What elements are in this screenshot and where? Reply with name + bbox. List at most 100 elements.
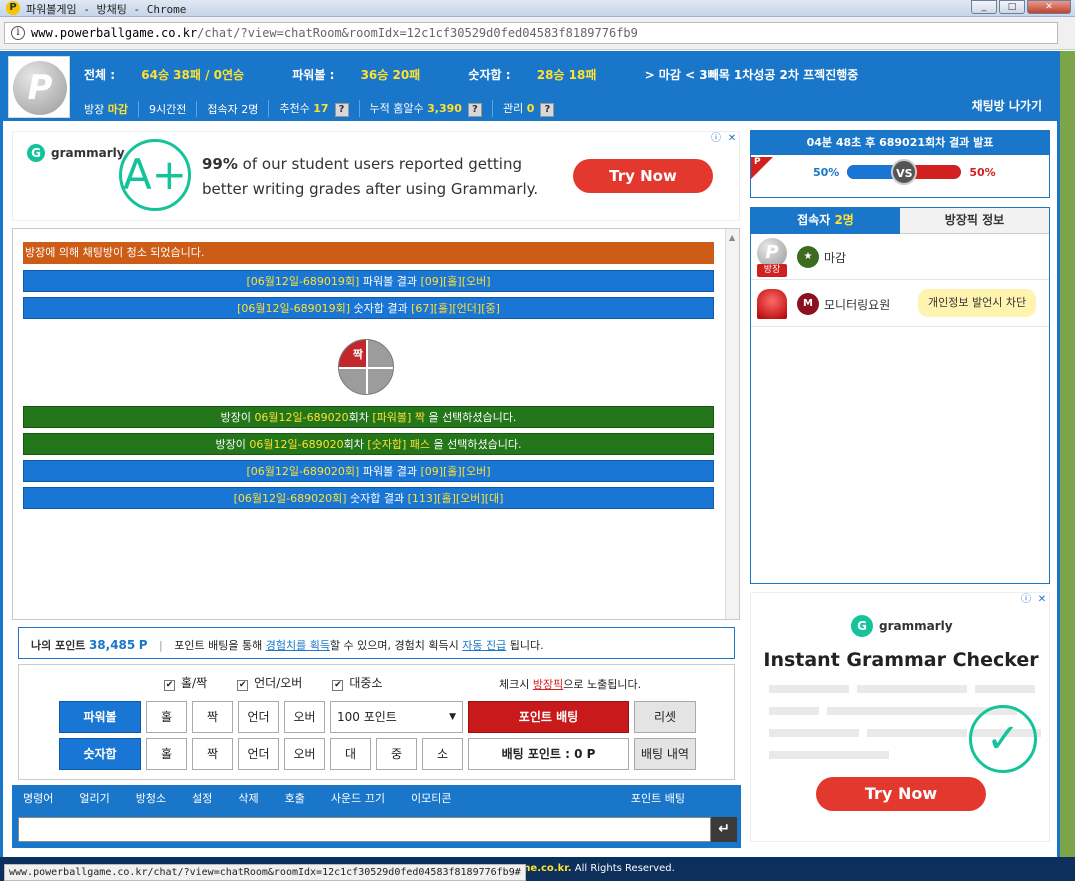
grammarly-brand: Ggrammarly: [851, 615, 953, 637]
chat-message-result: [06월12일-689019회] 숫자합 결과 [67][홀][언더][중]: [23, 297, 714, 319]
pick-options: ✔ 홀/짝 ✔ 언더/오버 ✔ 대중소: [164, 674, 382, 691]
ad-close-icon[interactable]: ✕: [725, 132, 739, 146]
scroll-up-icon[interactable]: ▲: [729, 233, 735, 242]
cumulative-help-icon[interactable]: ?: [467, 103, 482, 117]
pick-round: 06월12일-689020: [249, 438, 344, 451]
sum-under-button[interactable]: 언더: [238, 738, 279, 770]
background-strip: [1060, 51, 1075, 857]
send-enter-icon[interactable]: ↵: [711, 817, 737, 842]
address-bar: i www.powerballgame.co.kr/chat/?view=cha…: [0, 17, 1075, 50]
manage-help-icon[interactable]: ?: [540, 103, 555, 117]
pick-choice: [숫자합] 패스: [367, 438, 431, 451]
sum-mid-button[interactable]: 중: [376, 738, 417, 770]
round-countdown-panel: 04분 48초 후 689021회차 결과 발표 P 50% VS 50%: [750, 130, 1050, 198]
top-ad-banner[interactable]: ⓘ ✕ Ggrammarly A+ 99% of our student user…: [12, 131, 740, 221]
powerball-even-button[interactable]: 짝: [192, 701, 233, 733]
bet-history-button[interactable]: 배팅 내역: [634, 738, 696, 770]
powerball-over-button[interactable]: 오버: [284, 701, 325, 733]
result-value: [113][홀][오버][대]: [407, 492, 504, 505]
ad-info-icon[interactable]: ⓘ: [1019, 593, 1033, 607]
checkbox-icon[interactable]: ✔: [237, 680, 249, 691]
my-points-bar: 나의 포인트 38,485 P | 포인트 배팅을 통해 경험치를 획득할 수 …: [18, 627, 735, 659]
bet-amount-select[interactable]: 100 포인트 ▼: [330, 701, 463, 733]
exit-room-button[interactable]: 채팅방 나가기: [972, 97, 1042, 114]
copyright: me.co.kr. All Rights Reserved.: [520, 863, 675, 874]
sum-small-button[interactable]: 소: [422, 738, 463, 770]
url-text[interactable]: www.powerballgame.co.kr/chat/?view=chatR…: [31, 26, 638, 40]
total-value: 64승 38패 / 0연승: [141, 68, 245, 82]
auto-promotion-link[interactable]: 자동 진급: [462, 639, 506, 652]
tab-users[interactable]: 접속자 2명: [751, 208, 900, 234]
sum-big-button[interactable]: 대: [330, 738, 371, 770]
cmd-commands[interactable]: 명령어: [23, 790, 53, 806]
tab-users-label: 접속자: [797, 213, 831, 227]
cmd-delete[interactable]: 삭제: [238, 790, 258, 806]
powerball-under-button[interactable]: 언더: [238, 701, 279, 733]
cmd-settings[interactable]: 설정: [192, 790, 212, 806]
chat-message-pick: 방장이 06월12일-689020회차 [숫자합] 패스 을 선택하셨습니다.: [23, 433, 714, 455]
user-count: 접속자 2명: [196, 100, 268, 117]
user-name: 모니터링요원: [824, 298, 891, 312]
cmd-freeze[interactable]: 얼리기: [79, 790, 109, 806]
checkbox-icon[interactable]: ✔: [164, 680, 175, 691]
cmd-emoticon[interactable]: 이모티콘: [411, 790, 451, 806]
ad-try-now-button[interactable]: Try Now: [816, 777, 986, 811]
chat-scrollbar[interactable]: ▲: [725, 229, 739, 619]
maximize-button[interactable]: □: [999, 0, 1025, 14]
user-tooltip: 개인정보 발언시 차단: [918, 289, 1037, 317]
sum-over-button[interactable]: 오버: [284, 738, 325, 770]
powerball-odd-button[interactable]: 홀: [146, 701, 187, 733]
sum-odd-button[interactable]: 홀: [146, 738, 187, 770]
result-type: 파워볼 결과: [359, 465, 421, 478]
cmd-sound-off[interactable]: 사운드 끄기: [331, 790, 385, 806]
powerball-logo-icon: P: [13, 61, 67, 115]
checkbox-under-over[interactable]: ✔ 언더/오버: [237, 674, 302, 691]
user-row-owner[interactable]: P 방장 ★ 마감: [751, 234, 1049, 280]
side-ad-banner[interactable]: ⓘ ✕ Ggrammarly Instant Grammar Checker ✓ …: [750, 592, 1050, 842]
submit-bet-button[interactable]: 포인트 배팅: [468, 701, 629, 733]
site-info-icon[interactable]: i: [11, 26, 25, 40]
manage-label: 관리: [502, 102, 524, 115]
link-hover-url: www.powerballgame.co.kr/chat/?view=chatR…: [4, 864, 526, 881]
dropdown-arrow-icon: ▼: [449, 712, 456, 722]
reset-button[interactable]: 리셋: [634, 701, 696, 733]
room-owner: 방장 마감: [84, 101, 138, 117]
checkbox-odd-even[interactable]: ✔ 홀/짝: [164, 674, 207, 691]
recommend-help-icon[interactable]: ?: [334, 103, 349, 117]
exp-link[interactable]: 경험치를 획득: [266, 639, 330, 652]
ratio-row: 50% VS 50%: [813, 159, 996, 185]
ad-try-now-button[interactable]: Try Now: [573, 159, 713, 193]
ad-info-icon[interactable]: ⓘ: [709, 132, 723, 146]
ad-close-icon[interactable]: ✕: [1035, 593, 1049, 607]
betting-panel: ✔ 홀/짝 ✔ 언더/오버 ✔ 대중소 체크시 방장픽으로 노출됩니다. 파워볼 홀 …: [18, 664, 735, 780]
points-info-2: 할 수 있으며, 경험치 획득시: [329, 639, 463, 652]
copyright-text: All Rights Reserved.: [571, 863, 675, 874]
sum-bet-row: 숫자합 홀 짝 언더 오버 대 중 소 배팅 포인트 : 0 P 배팅 내역: [59, 738, 696, 770]
sum-even-button[interactable]: 짝: [192, 738, 233, 770]
level-icon: ★: [797, 246, 819, 268]
round-id: [06월12일-689019회]: [237, 302, 350, 315]
checkbox-icon[interactable]: ✔: [332, 680, 344, 691]
checkbox-size[interactable]: ✔ 대중소: [332, 674, 382, 691]
close-window-button[interactable]: ✕: [1027, 0, 1071, 14]
window-titlebar: P 파워볼게임 - 방채팅 - Chrome _ □ ✕: [0, 0, 1075, 17]
grammarly-brand-text: grammarly: [51, 146, 125, 160]
minimize-button[interactable]: _: [971, 0, 997, 14]
tab-owner-pick[interactable]: 방장픽 정보: [900, 208, 1049, 234]
user-row-monitor[interactable]: M 모니터링요원 개인정보 발언시 차단: [751, 281, 1049, 327]
chat-log[interactable]: ▲ 방장에 의해 채팅방이 청소 되었습니다. [06월12일-689019회]…: [12, 228, 740, 620]
users-tabs: 접속자 2명 방장픽 정보: [751, 208, 1049, 234]
result-type: 숫자합 결과: [350, 302, 412, 315]
cmd-call[interactable]: 호출: [285, 790, 305, 806]
cmd-clear[interactable]: 방청소: [136, 790, 166, 806]
powerball-category: 파워볼: [59, 701, 141, 733]
record-summary: 전체 : 64승 38패 / 0연승 파워볼 : 36승 20패 숫자합 : 2…: [84, 66, 880, 83]
chat-input[interactable]: [18, 817, 711, 842]
left-percent: 50%: [813, 165, 840, 179]
level-icon: M: [797, 293, 819, 315]
owner-pick-link[interactable]: 방장픽: [533, 678, 563, 691]
url-field[interactable]: i www.powerballgame.co.kr/chat/?view=cha…: [4, 22, 1058, 44]
user-name: 마감: [824, 251, 847, 265]
cmd-point-bet[interactable]: 포인트 배팅: [631, 790, 685, 806]
ad-line2: better writing grades after using Gramma…: [202, 180, 539, 198]
